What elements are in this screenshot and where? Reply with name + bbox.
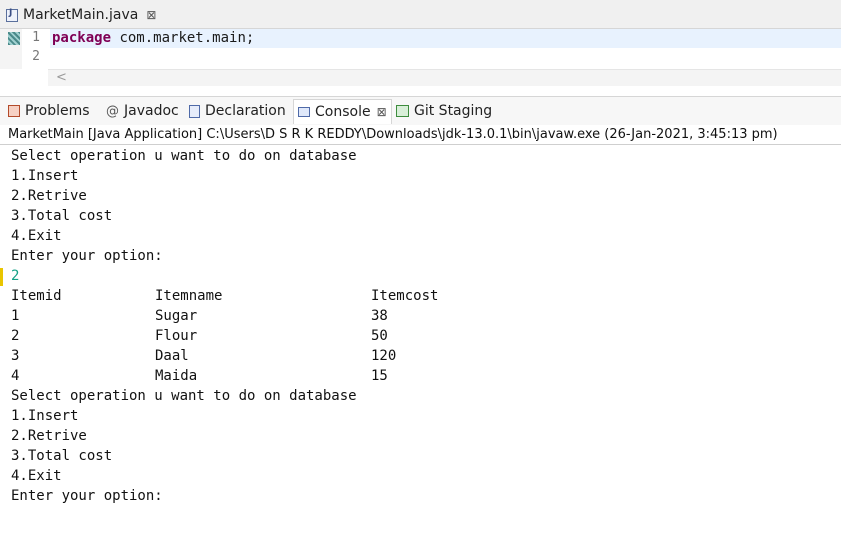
table-header-itemcost: Itemcost [371,288,439,304]
console-line: 3.Total cost [11,208,113,224]
view-tab-bar: Problems @ Javadoc Declaration Console ⊠… [0,96,841,125]
tab-console[interactable]: Console ⊠ [293,99,392,124]
table-cell: 4 [11,368,20,384]
table-header-itemid: Itemid [11,288,62,304]
console-line: Enter your option: [11,248,163,264]
editor-tab-bar: MarketMain.java ⊠ [0,0,841,29]
tab-declaration[interactable]: Declaration [189,99,286,123]
tab-label: Console [315,104,371,120]
code-keyword: package [52,30,112,46]
tab-git-staging[interactable]: Git Staging [396,99,492,123]
console-icon [298,107,310,117]
console-line: 4.Exit [11,468,62,484]
console-line: 2.Retrive [11,188,87,204]
console-line: 1.Insert [11,408,79,424]
console-line: Select operation u want to do on databas… [11,388,357,404]
editor-tab-marketmain[interactable]: MarketMain.java ⊠ [6,3,156,27]
table-cell: Maida [155,368,198,384]
scroll-left-icon[interactable]: < [56,70,67,86]
problems-icon [8,105,20,117]
tab-label: Git Staging [414,103,493,119]
table-cell: 1 [11,308,20,324]
tab-label: Problems [25,103,90,119]
console-user-input: 2 [11,268,20,284]
tab-label: Javadoc [124,103,179,119]
close-icon[interactable]: ⊠ [146,8,156,22]
table-cell: Flour [155,328,198,344]
javadoc-icon: @ [106,103,119,119]
tab-javadoc[interactable]: @ Javadoc [106,99,179,123]
java-file-icon [6,8,18,22]
line-number: 1 [32,30,40,45]
input-marker [0,268,3,286]
tab-problems[interactable]: Problems [8,99,90,123]
table-cell: 3 [11,348,20,364]
launch-description: MarketMain [Java Application] C:\Users\D… [0,125,841,145]
code-text: com.market.main; [111,30,255,46]
change-marker-icon [8,32,20,45]
console-output[interactable]: Select operation u want to do on databas… [0,146,841,537]
console-line: Enter your option: [11,488,163,504]
console-line: 1.Insert [11,168,79,184]
tab-label: Declaration [205,103,286,119]
console-line: Select operation u want to do on databas… [11,148,357,164]
table-header-itemname: Itemname [155,288,223,304]
horizontal-scrollbar[interactable]: < [48,69,841,86]
code-editor[interactable]: 1 2 package com.market.main; < [0,29,841,89]
table-cell: 15 [371,368,388,384]
console-line: 3.Total cost [11,448,113,464]
table-cell: 38 [371,308,388,324]
editor-tab-label: MarketMain.java [23,7,139,23]
table-cell: 120 [371,348,397,364]
table-cell: 2 [11,328,20,344]
line-number: 2 [32,49,40,64]
code-line[interactable] [50,48,841,67]
console-line: 4.Exit [11,228,62,244]
code-line[interactable]: package com.market.main; [50,29,841,48]
table-cell: 50 [371,328,388,344]
console-line: 2.Retrive [11,428,87,444]
declaration-icon [189,104,200,118]
table-cell: Sugar [155,308,198,324]
table-cell: Daal [155,348,189,364]
git-staging-icon [396,105,409,117]
close-icon[interactable]: ⊠ [377,105,387,119]
